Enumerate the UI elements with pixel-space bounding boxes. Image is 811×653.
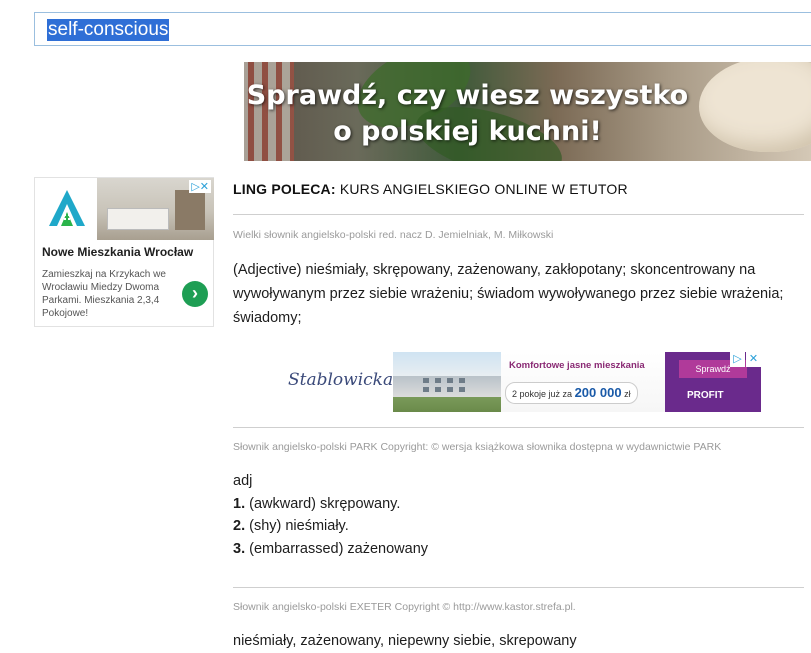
chevron-right-icon[interactable]: › bbox=[182, 281, 208, 307]
search-query-text: self-conscious bbox=[47, 19, 170, 41]
sense-list: adj 1. (awkward) skrępowany. 2. (shy) ni… bbox=[233, 470, 428, 560]
adchoices-icon[interactable]: ▷✕ bbox=[189, 180, 211, 193]
developer-logo: PROFIT bbox=[687, 390, 724, 401]
dictionary-source: Słownik angielsko-polski EXETER Copyrigh… bbox=[233, 601, 576, 613]
divider bbox=[233, 214, 804, 215]
dictionary-source: Słownik angielsko-polski PARK Copyright:… bbox=[233, 441, 722, 453]
ad-price: 200 000 bbox=[574, 385, 622, 400]
ad-rooms-text: 2 pokoje już za bbox=[512, 389, 573, 399]
sidebar-ad[interactable]: ▷✕ Nowe Mieszkania Wrocław Zamieszkaj na… bbox=[34, 177, 214, 327]
search-input[interactable]: self-conscious bbox=[34, 12, 811, 46]
divider bbox=[233, 427, 804, 428]
close-icon[interactable]: ✕ bbox=[746, 352, 761, 367]
dictionary-source: Wielki słownik angielsko-polski red. nac… bbox=[233, 229, 554, 241]
top-banner-ad[interactable]: Sprawdź, czy wiesz wszystko o polskiej k… bbox=[244, 62, 811, 161]
brand-logo-text[interactable]: Stablowicka bbox=[288, 370, 393, 390]
sense-item: 2. (shy) nieśmiały. bbox=[233, 518, 349, 534]
ad-currency: zł bbox=[624, 389, 631, 399]
definition-text: (Adjective) nieśmiały, skrępowany, zażen… bbox=[233, 262, 784, 326]
promo-text: KURS ANGIELSKIEGO ONLINE W ETUTOR bbox=[335, 181, 628, 197]
adchoices-icon[interactable]: ▷ bbox=[730, 352, 745, 367]
ad-headline: Komfortowe jasne mieszkania bbox=[509, 360, 645, 371]
divider bbox=[233, 587, 804, 588]
inline-ad[interactable]: Komfortowe jasne mieszkania 2 pokoje już… bbox=[393, 352, 761, 412]
definition-text: nieśmiały, zażenowany, niepewny siebie, … bbox=[233, 633, 577, 649]
promo-bold: LING POLECA: bbox=[233, 181, 336, 197]
apartment-building-photo bbox=[393, 352, 501, 412]
ad-price-pill: 2 pokoje już za 200 000 zł bbox=[505, 382, 638, 404]
banner-headline-line1: Sprawdź, czy wiesz wszystko bbox=[246, 80, 689, 111]
part-of-speech: adj bbox=[233, 473, 253, 489]
banner-headline-line2: o polskiej kuchni! bbox=[333, 116, 602, 147]
sense-item: 1. (awkward) skrępowany. bbox=[233, 495, 401, 512]
ad-description: Zamieszkaj na Krzykach we Wrocławiu Mied… bbox=[42, 269, 166, 319]
building-logo-icon bbox=[49, 190, 85, 226]
promo-link[interactable]: LING POLECA: KURS ANGIELSKIEGO ONLINE W … bbox=[233, 181, 628, 197]
sense-item: 3. (embarrassed) zażenowany bbox=[233, 540, 429, 557]
ad-title[interactable]: Nowe Mieszkania Wrocław bbox=[42, 245, 193, 259]
